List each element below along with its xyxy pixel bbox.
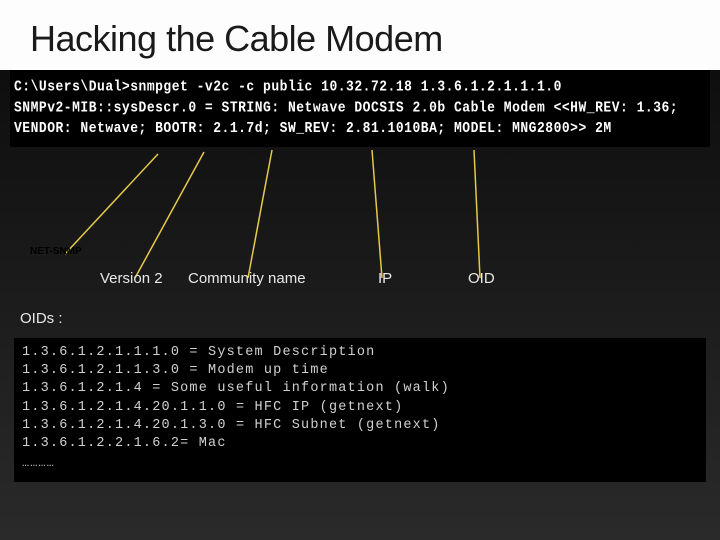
- oid-row: 1.3.6.1.2.1.4.20.1.3.0 = HFC Subnet (get…: [22, 417, 698, 435]
- oid-row: 1.3.6.1.2.1.1.3.0 = Modem up time: [22, 362, 698, 380]
- slide-title: Hacking the Cable Modem: [0, 0, 720, 70]
- oid-row: 1.3.6.1.2.2.1.6.2= Mac: [22, 435, 698, 453]
- oids-header: OIDs :: [20, 310, 63, 327]
- annotation-version: Version 2: [100, 270, 163, 287]
- annotation-ip: IP: [378, 270, 392, 287]
- annotation-oid: OID: [468, 270, 495, 287]
- oids-block: 1.3.6.1.2.1.1.1.0 = System Description 1…: [14, 338, 706, 482]
- net-snmp-label: NET-SNMP: [30, 246, 82, 257]
- annotation-row: Version 2 Community name IP OID: [0, 270, 720, 300]
- terminal-output: C:\Users\Dual>snmpget -v2c -c public 10.…: [10, 70, 710, 147]
- terminal-line-2: SNMPv2-MIB::sysDescr.0 = STRING: Netwave…: [14, 98, 706, 119]
- annotation-community: Community name: [188, 270, 306, 287]
- terminal-line-3: VENDOR: Netwave; BOOTR: 2.1.7d; SW_REV: …: [14, 119, 706, 140]
- oid-row: 1.3.6.1.2.1.4 = Some useful information …: [22, 380, 698, 398]
- ellipsis: …………: [22, 455, 698, 471]
- oid-row: 1.3.6.1.2.1.1.1.0 = System Description: [22, 344, 698, 362]
- oid-row: 1.3.6.1.2.1.4.20.1.1.0 = HFC IP (getnext…: [22, 399, 698, 417]
- terminal-line-1: C:\Users\Dual>snmpget -v2c -c public 10.…: [14, 77, 706, 98]
